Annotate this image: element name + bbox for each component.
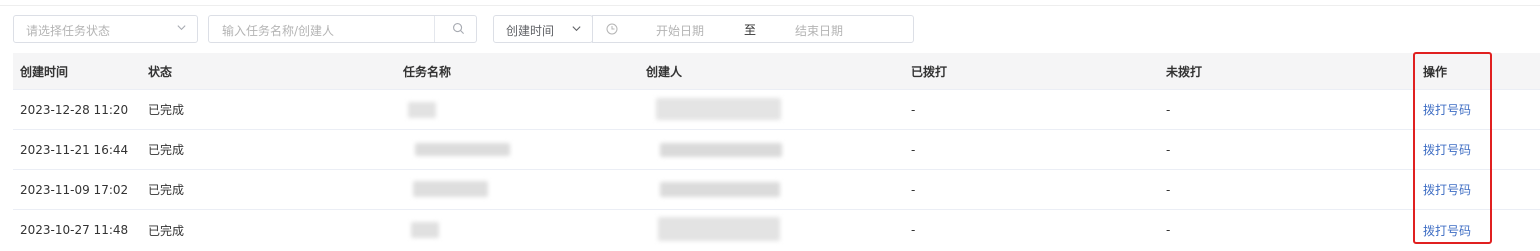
- cell-created: 2023-12-28 11:20: [20, 102, 129, 117]
- cell-created: 2023-11-09 17:02: [20, 182, 129, 197]
- status-select[interactable]: 请选择任务状态: [13, 15, 198, 43]
- redacted-text: [660, 182, 780, 197]
- cell-created: 2023-11-21 16:44: [20, 142, 129, 157]
- cell-status: 已完成: [148, 223, 185, 238]
- cell-status: 已完成: [148, 103, 185, 117]
- dial-number-link[interactable]: 拨打号码: [1423, 130, 1471, 169]
- dial-number-link[interactable]: 拨打号码: [1423, 170, 1471, 209]
- cell-created: 2023-10-27 11:48: [20, 223, 129, 237]
- header-created: 创建时间: [20, 64, 69, 79]
- search-icon[interactable]: [452, 22, 465, 35]
- clock-icon: [606, 23, 618, 35]
- redacted-text: [411, 222, 439, 238]
- search-divider: [434, 16, 435, 42]
- redacted-text: [413, 181, 488, 197]
- date-range-picker[interactable]: 开始日期 至 结束日期: [592, 15, 914, 43]
- chevron-down-icon: [572, 26, 581, 32]
- status-select-placeholder: 请选择任务状态: [26, 24, 111, 38]
- table-row: 2023-11-21 16:44 已完成 - - 拨打号码: [13, 130, 1540, 170]
- cell-undialed: -: [1166, 182, 1171, 197]
- header-task-name: 任务名称: [403, 64, 452, 79]
- header-action: 操作: [1423, 64, 1448, 79]
- cell-dialed: -: [911, 102, 916, 117]
- header-dialed: 已拨打: [911, 64, 948, 79]
- table-row: 2023-10-27 11:48 已完成 - - 拨打号码: [13, 210, 1540, 250]
- dial-number-link[interactable]: 拨打号码: [1423, 210, 1471, 250]
- redacted-text: [408, 102, 436, 118]
- task-table: 创建时间 状态 任务名称 创建人 已拨打 未拨打 操作 2023-12-28 1…: [13, 53, 1540, 250]
- cell-status: 已完成: [148, 183, 185, 197]
- table-row: 2023-11-09 17:02 已完成 - - 拨打号码: [13, 170, 1540, 210]
- date-range-separator: 至: [744, 23, 757, 37]
- cell-dialed: -: [911, 182, 916, 197]
- table-row: 2023-12-28 11:20 已完成 - - 拨打号码: [13, 90, 1540, 130]
- cell-undialed: -: [1166, 102, 1171, 117]
- cell-dialed: -: [911, 223, 916, 237]
- redacted-text: [656, 98, 781, 120]
- dial-number-link[interactable]: 拨打号码: [1423, 90, 1471, 129]
- chevron-down-icon: [177, 25, 186, 31]
- header-status: 状态: [148, 64, 173, 79]
- cell-status: 已完成: [148, 143, 185, 157]
- redacted-text: [415, 143, 510, 156]
- cell-undialed: -: [1166, 223, 1171, 237]
- redacted-text: [658, 217, 780, 241]
- date-start-input[interactable]: 开始日期: [656, 22, 704, 39]
- date-type-value: 创建时间: [506, 24, 555, 38]
- top-divider: [0, 5, 1540, 6]
- search-input-placeholder: 输入任务名称/创建人: [222, 24, 335, 38]
- date-end-input[interactable]: 结束日期: [795, 22, 843, 39]
- redacted-text: [660, 143, 782, 157]
- header-undialed: 未拨打: [1166, 64, 1203, 79]
- date-type-select[interactable]: 创建时间: [493, 15, 593, 43]
- search-input[interactable]: 输入任务名称/创建人: [208, 15, 477, 43]
- cell-undialed: -: [1166, 142, 1171, 157]
- table-header: 创建时间 状态 任务名称 创建人 已拨打 未拨打 操作: [13, 53, 1540, 90]
- header-creator: 创建人: [646, 64, 683, 79]
- cell-dialed: -: [911, 142, 916, 157]
